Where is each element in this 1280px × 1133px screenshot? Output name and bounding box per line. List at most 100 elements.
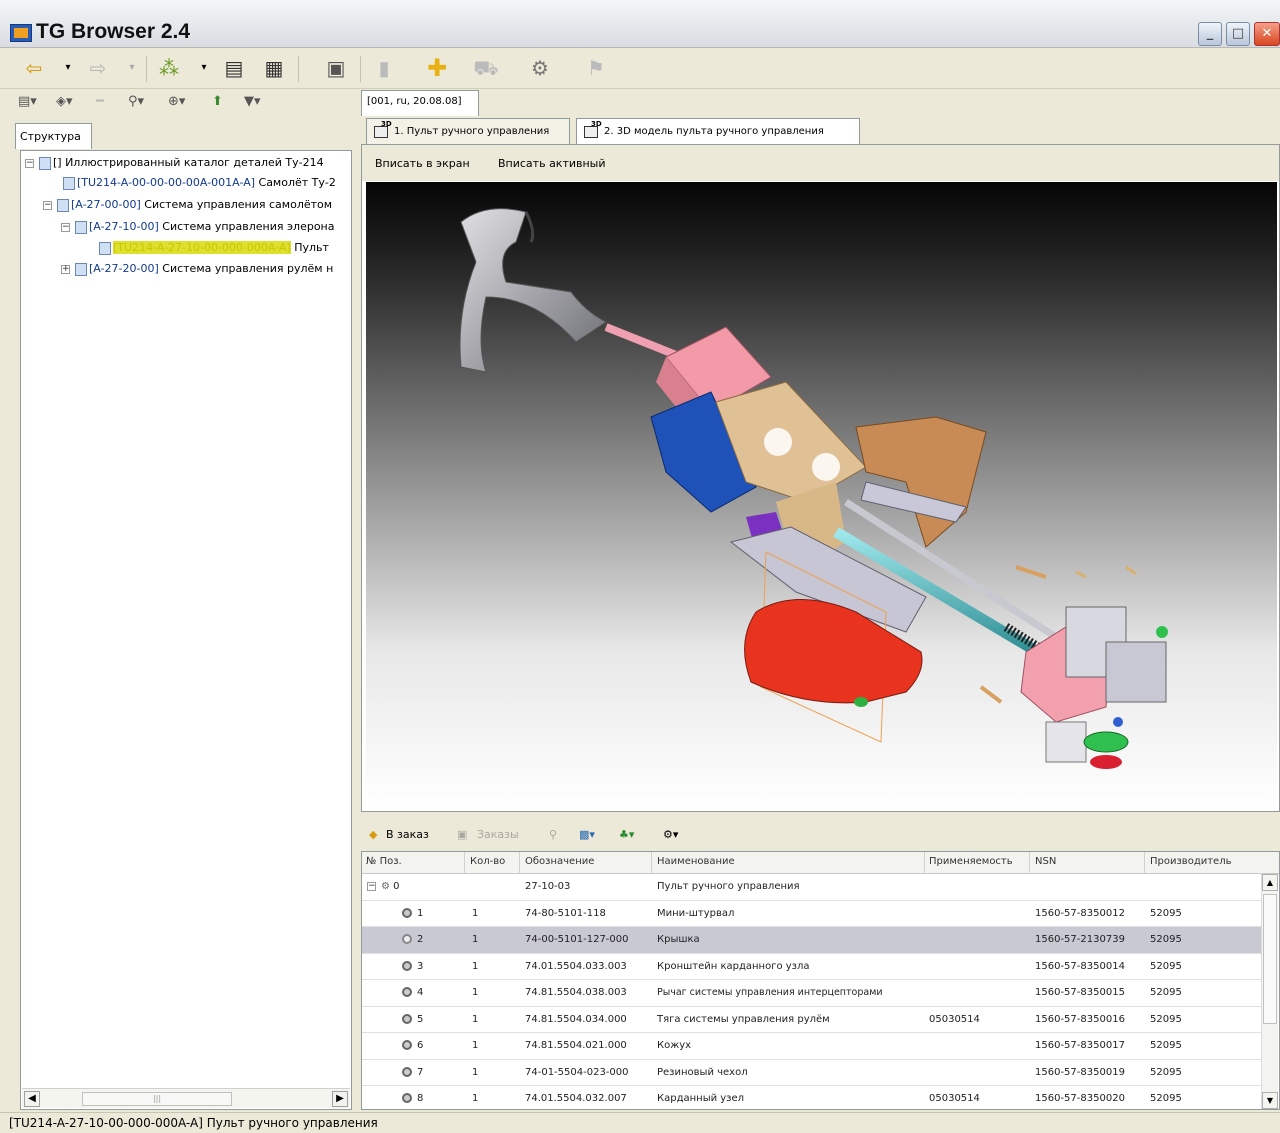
close-button[interactable]: ✕ (1254, 22, 1280, 46)
collapse-icon[interactable]: − (61, 222, 70, 232)
table-row[interactable]: 6 1 74.81.5504.021.000 Кожух 1560-57-835… (362, 1033, 1262, 1060)
model-icon (373, 120, 392, 138)
collapse-icon[interactable]: − (367, 881, 376, 891)
back-arrow-icon[interactable]: ⇦ (22, 56, 46, 80)
minimize-button[interactable]: _ (1198, 22, 1222, 46)
3d-viewport[interactable] (366, 182, 1277, 809)
structure-dropdown-icon[interactable]: ▾ (192, 56, 216, 80)
tab-document[interactable]: [001, ru, 20.08.08] (361, 90, 479, 116)
part-icon (402, 987, 412, 997)
maximize-button[interactable]: □ (1226, 22, 1250, 46)
add-plus-icon[interactable]: ✚ (425, 56, 449, 80)
tree-item-catalog[interactable]: −[] Иллюстрированный каталог деталей Ту-… (25, 153, 324, 173)
part-icon (402, 1093, 412, 1103)
add-to-order-button[interactable]: В заказ (386, 828, 429, 841)
column-nsn[interactable]: NSN (1035, 856, 1056, 867)
tree-item-aircraft[interactable]: [TU214-A-00-00-00-00A-001A-A] Самолёт Ту… (63, 173, 336, 193)
part-icon (402, 1040, 412, 1050)
column-pos[interactable]: № Поз. (366, 856, 402, 867)
up-icon[interactable]: ⬆ (212, 93, 223, 111)
secondary-toolbar: ▤▾ ◈▾ ━ ⚲▾ ⊕▾ ⬆ ▼▾ (0, 90, 352, 116)
expand-icon[interactable]: + (61, 264, 70, 274)
table-row[interactable]: − ⚙ 0 27-10-03 Пульт ручного управления (362, 874, 1262, 901)
scroll-right-icon[interactable]: ▶ (332, 1091, 348, 1107)
page-icon[interactable]: ▮ (372, 56, 396, 80)
main-toolbar: ⇦ ▾ ⇨ ▾ ⁂ ▾ ▤ ▦ ▣ ▮ ✚ ⛟ ⚙ ⚑ (0, 49, 1280, 89)
horizontal-scrollbar[interactable]: ◀ ||| ▶ (22, 1088, 350, 1108)
document-tree-icon[interactable]: ▤ (222, 56, 246, 80)
parts-icon[interactable]: ⚙ (528, 56, 552, 80)
nav-icon[interactable]: ◈▾ (56, 93, 73, 111)
settings-icon[interactable]: ⚙▾ (663, 828, 678, 841)
vertical-scrollbar[interactable]: ▲ ▼ (1261, 874, 1278, 1109)
image-view-icon[interactable]: ▩▾ (579, 828, 595, 841)
title-bar: TG Browser 2.4 _ □ ✕ (0, 0, 1280, 48)
parts-toolbar: ◆ В заказ ▣ Заказы ⚲ ▩▾ ♣▾ ⚙▾ (361, 820, 1280, 850)
dash-icon: ━ (96, 94, 104, 109)
tree-view-icon[interactable]: ♣▾ (619, 828, 634, 841)
table-row[interactable]: 4 1 74.81.5504.038.003 Рычаг системы упр… (362, 980, 1262, 1007)
structure-icon[interactable]: ⁂ (157, 56, 181, 80)
tree-item-rudder-system[interactable]: + [A-27-20-00] Система управления рулём н (61, 259, 333, 279)
table-row-selected[interactable]: 2 1 74-00-5101-127-000 Крышка 1560-57-21… (362, 927, 1262, 954)
find-icon[interactable]: ⚲▾ (128, 93, 144, 111)
parts-table: № Поз. Кол-во Обозначение Наименование П… (361, 851, 1280, 1110)
fit-active-button[interactable]: Вписать активный (498, 157, 606, 170)
table-row[interactable]: 1 1 74-80-5101-118 Мини-штурвал 1560-57-… (362, 901, 1262, 927)
cart-icon[interactable]: ⛟ (473, 56, 498, 80)
table-row[interactable]: 7 1 74-01-5504-023-000 Резиновый чехол 1… (362, 1060, 1262, 1086)
part-icon (402, 907, 412, 918)
document-icon (63, 176, 75, 190)
fit-toolbar: Вписать в экран Вписать активный (362, 145, 1279, 181)
part-icon (402, 1066, 412, 1077)
table-row[interactable]: 5 1 74.81.5504.034.000 Тяга системы упра… (362, 1007, 1262, 1033)
column-name[interactable]: Наименование (657, 856, 735, 867)
book-icon (75, 220, 87, 234)
window-title: TG Browser 2.4 (36, 20, 191, 43)
forward-arrow-icon[interactable]: ⇨ (86, 56, 110, 80)
tab-console-illustration[interactable]: 1. Пульт ручного управления (366, 118, 570, 144)
print-icon[interactable]: ▣ (324, 56, 348, 80)
table-header: № Поз. Кол-во Обозначение Наименование П… (362, 852, 1279, 874)
tree-item-aileron-system[interactable]: − [A-27-10-00] Система управления элерона (61, 217, 335, 237)
filter-parts-icon[interactable]: ⚲ (549, 828, 557, 841)
scroll-thumb[interactable]: ||| (82, 1092, 232, 1106)
forward-dropdown-icon[interactable]: ▾ (120, 56, 144, 80)
copy-icon[interactable]: ▤▾ (18, 93, 37, 111)
collapse-icon[interactable]: − (43, 200, 52, 210)
part-icon (402, 1013, 412, 1024)
collapse-icon[interactable]: − (25, 158, 34, 168)
status-bar: [TU214-A-27-10-00-000-000A-A] Пульт ручн… (0, 1112, 1280, 1133)
catalog-icon[interactable]: ▦ (262, 56, 286, 80)
scroll-down-icon[interactable]: ▼ (1262, 1092, 1278, 1109)
tab-structure[interactable]: Структура (15, 123, 92, 149)
orders-icon: ▣ (457, 828, 468, 841)
column-designation[interactable]: Обозначение (525, 856, 594, 867)
filter-icon[interactable]: ▼▾ (244, 93, 261, 111)
control-console-3d-model[interactable] (366, 182, 1277, 809)
scroll-left-icon[interactable]: ◀ (24, 1091, 40, 1107)
structure-tree: −[] Иллюстрированный каталог деталей Ту-… (21, 151, 351, 1081)
table-row[interactable]: 3 1 74.01.5504.033.003 Кронштейн карданн… (362, 954, 1262, 980)
model-view-panel: Вписать в экран Вписать активный (361, 144, 1280, 812)
tree-item-control-console[interactable]: [TU214-A-27-10-00-000-000A-A] Пульт (99, 238, 329, 258)
table-row[interactable]: 8 1 74.01.5504.032.007 Карданный узел 05… (362, 1086, 1262, 1109)
book-icon (57, 198, 69, 212)
back-dropdown-icon[interactable]: ▾ (56, 56, 80, 80)
tab-3d-model[interactable]: 2. 3D модель пульта ручного управления (576, 118, 860, 144)
orders-button[interactable]: Заказы (477, 828, 519, 841)
zoom-icon[interactable]: ⊕▾ (168, 93, 185, 111)
add-order-icon: ◆ (369, 828, 378, 841)
scroll-up-icon[interactable]: ▲ (1262, 874, 1278, 891)
book-icon (39, 156, 51, 170)
column-qty[interactable]: Кол-во (470, 856, 505, 867)
column-manufacturer[interactable]: Производитель (1150, 856, 1232, 867)
model-icon (583, 120, 602, 138)
column-applicability[interactable]: Применяемость (929, 856, 1013, 867)
export-icon[interactable]: ⚑ (584, 56, 608, 80)
fit-screen-button[interactable]: Вписать в экран (375, 157, 470, 170)
app-icon (10, 24, 32, 42)
scroll-thumb[interactable] (1263, 894, 1277, 1024)
book-icon (75, 262, 87, 276)
tree-item-control-system[interactable]: − [A-27-00-00] Система управления самолёт… (43, 195, 332, 215)
